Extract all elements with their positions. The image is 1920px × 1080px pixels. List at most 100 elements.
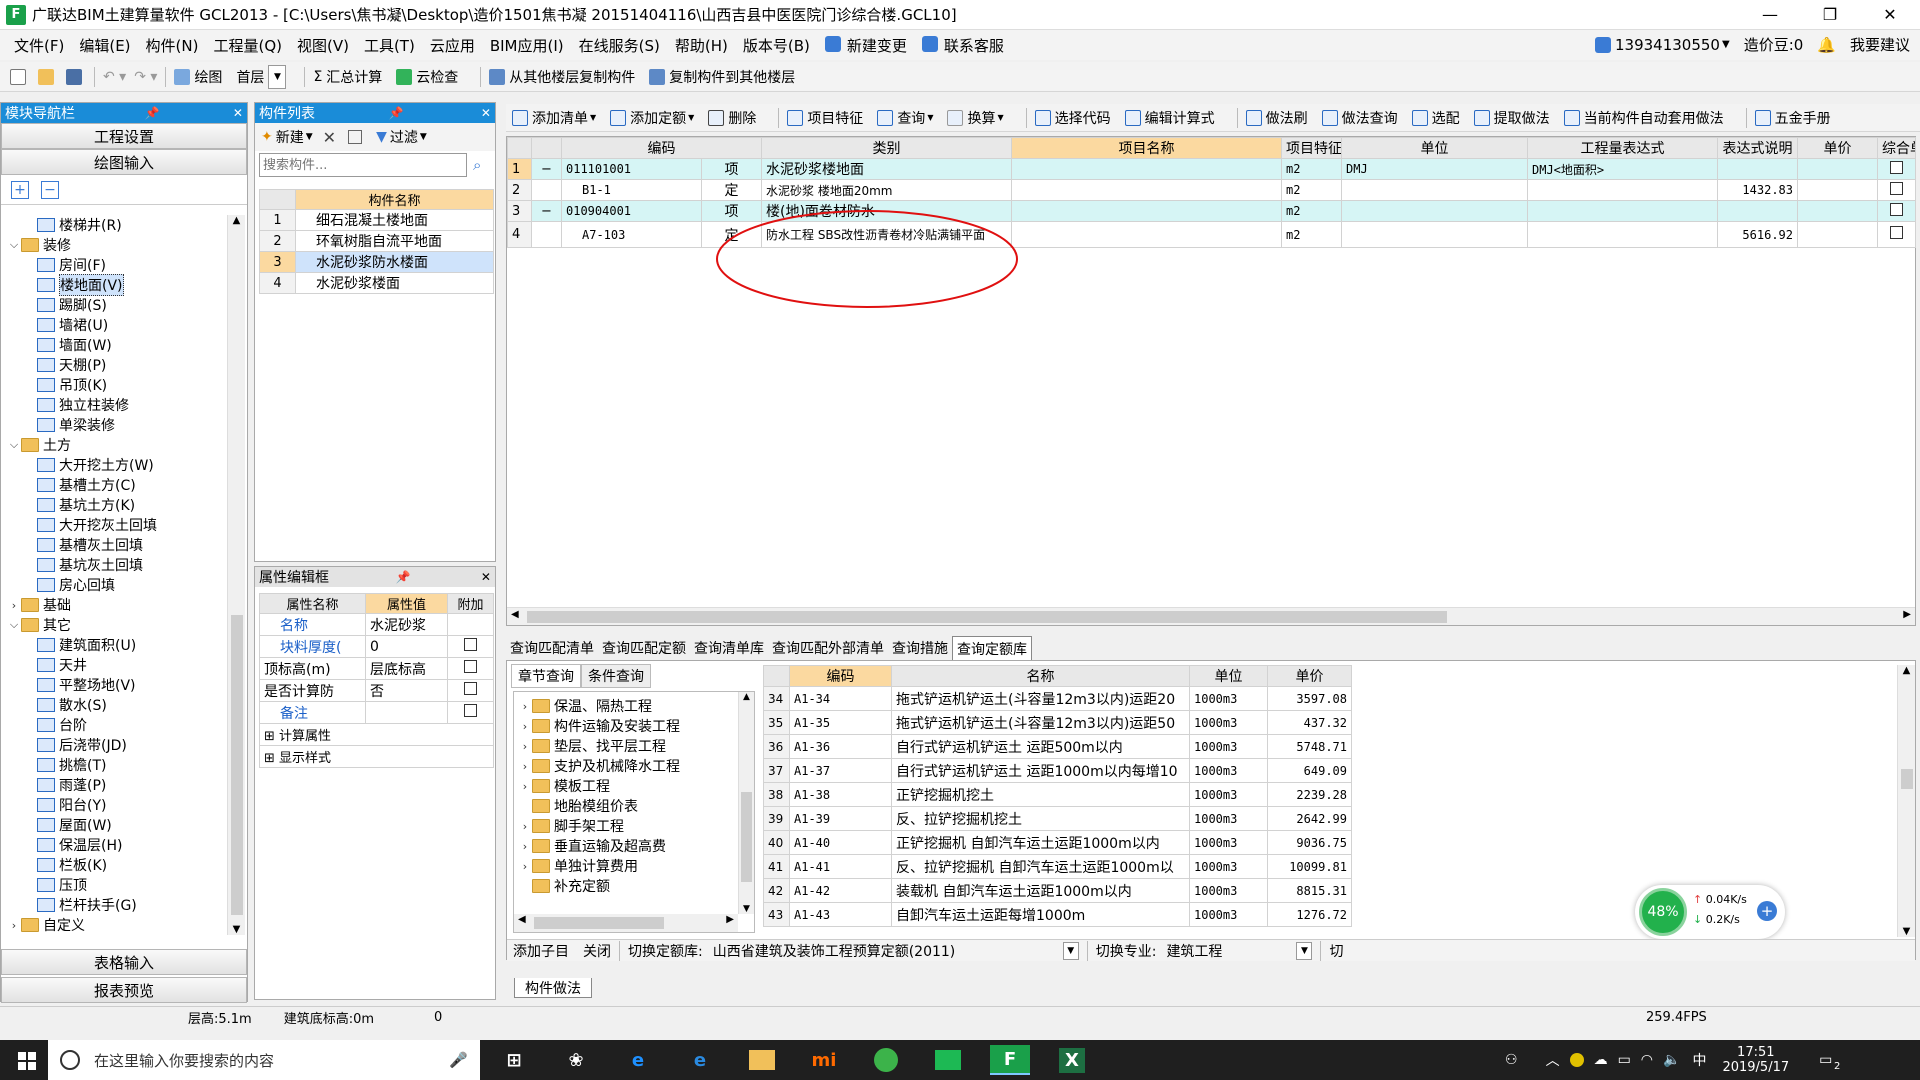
nav-tree-item[interactable]: 栏板(K): [7, 855, 227, 875]
microphone-icon[interactable]: 🎤: [449, 1051, 468, 1069]
battery-icon[interactable]: ▭: [1618, 1052, 1631, 1068]
chapter-tree-item[interactable]: › 保温、隔热工程: [518, 696, 754, 716]
close-button[interactable]: ✕: [1860, 5, 1920, 24]
property-row[interactable]: 顶标高(m) 层底标高: [259, 657, 494, 680]
property-row[interactable]: 是否计算防否: [259, 679, 494, 702]
query-tab-2[interactable]: 查询清单库: [690, 636, 768, 660]
chevron-down-icon[interactable]: ▼: [688, 113, 694, 122]
chevron-down-icon[interactable]: ▼: [1722, 39, 1730, 50]
checkbox[interactable]: [464, 704, 477, 717]
new-component-button[interactable]: 新建: [276, 127, 304, 147]
method-toolbar-button-6[interactable]: 选择代码: [1034, 108, 1111, 128]
volume-icon[interactable]: 🔈: [1663, 1052, 1680, 1068]
nav-tree-item[interactable]: 保温层(H): [7, 835, 227, 855]
nav-tree-item[interactable]: 楼梯井(R): [7, 215, 227, 235]
method-toolbar-button-5[interactable]: 换算 ▼: [947, 108, 1004, 128]
nav-tree-item[interactable]: 平整场地(V): [7, 675, 227, 695]
task-view-icon[interactable]: ⊞: [494, 1045, 534, 1075]
property-value[interactable]: 层底标高: [365, 657, 448, 680]
chapter-tree-hscroll[interactable]: ◀ ▶: [514, 914, 738, 932]
collapse-icon[interactable]: ⌵: [7, 618, 21, 632]
quota-row[interactable]: 41 A1-41 反、拉铲挖掘机 自卸汽车运土运距1000m以 1000m3 10099…: [763, 854, 1352, 879]
query-tab-1[interactable]: 查询匹配定额: [598, 636, 690, 660]
property-extra[interactable]: [447, 635, 494, 658]
quota-row[interactable]: 35 A1-35 拖式铲运机铲运土(斗容量12m3以内)运距50 1000m3 437.…: [763, 710, 1352, 735]
nav-tree-item[interactable]: 房心回填: [7, 575, 227, 595]
quota-row[interactable]: 43 A1-43 自卸汽车运土运距每增1000m 1000m3 1276.72: [763, 902, 1352, 927]
query-tab-5[interactable]: 查询定额库: [952, 635, 1032, 661]
cut-button[interactable]: 切: [1329, 941, 1343, 961]
chapter-tree-item[interactable]: 补充定额: [518, 876, 754, 896]
nav-tree-item[interactable]: 墙裙(U): [7, 315, 227, 335]
nav-tree-item[interactable]: 墙面(W): [7, 335, 227, 355]
coins-label[interactable]: 造价豆:0: [1744, 34, 1804, 55]
quota-row[interactable]: 38 A1-38 正铲挖掘机挖土 1000m3 2239.28: [763, 782, 1352, 807]
close-icon[interactable]: ✕: [233, 106, 243, 120]
method-row-price[interactable]: [1717, 158, 1798, 180]
checkbox[interactable]: [464, 638, 477, 651]
checkbox[interactable]: [1890, 202, 1903, 216]
pin-icon[interactable]: 📌: [395, 570, 410, 584]
method-row-unit[interactable]: m2: [1281, 179, 1342, 201]
quota-row[interactable]: 39 A1-39 反、拉铲挖掘机挖土 1000m3 2642.99: [763, 806, 1352, 831]
taskbar-app-360-icon[interactable]: [866, 1045, 906, 1075]
query-subtab-0[interactable]: 章节查询: [511, 664, 581, 688]
menu-item-1[interactable]: 编辑(E): [79, 35, 130, 56]
method-row-total[interactable]: [1797, 200, 1878, 222]
method-row-code[interactable]: 011101001: [561, 158, 702, 180]
method-row-measure[interactable]: [1877, 221, 1916, 248]
expand-icon[interactable]: ›: [7, 599, 21, 612]
close-query-button[interactable]: 关闭: [583, 941, 611, 961]
close-icon[interactable]: ✕: [481, 106, 491, 120]
nav-tree-item[interactable]: ⌵ 装修: [7, 235, 227, 255]
nav-tree-item[interactable]: 单梁装修: [7, 415, 227, 435]
expand-icon[interactable]: ›: [518, 760, 532, 773]
method-toolbar-button-7[interactable]: 编辑计算式: [1124, 108, 1215, 128]
nav-tree-item[interactable]: 挑檐(T): [7, 755, 227, 775]
nav-tree-item[interactable]: 吊顶(K): [7, 375, 227, 395]
pin-icon[interactable]: 📌: [144, 106, 159, 120]
method-row-code[interactable]: A7-103: [561, 221, 702, 248]
nav-tree-item[interactable]: ⌵ 其它: [7, 615, 227, 635]
method-row-feature[interactable]: [1011, 221, 1282, 248]
chapter-tree-item[interactable]: 地胎模组价表: [518, 796, 754, 816]
nav-tree-item[interactable]: 建筑面积(U): [7, 635, 227, 655]
method-row-expander[interactable]: −: [531, 200, 562, 222]
method-row-desc[interactable]: [1527, 179, 1718, 201]
quota-row[interactable]: 36 A1-36 自行式铲运机铲运土 运距500m以内 1000m3 5748.71: [763, 734, 1352, 759]
nav-tree-item[interactable]: 雨蓬(P): [7, 775, 227, 795]
property-row[interactable]: 块料厚度(0: [259, 635, 494, 658]
quota-row[interactable]: 40 A1-40 正铲挖掘机 自卸汽车运土运距1000m以内 1000m3 9036.7…: [763, 830, 1352, 855]
property-extra[interactable]: [447, 657, 494, 680]
filter-icon[interactable]: ▼: [376, 129, 387, 145]
component-row[interactable]: 1 细石混凝土楼地面: [259, 209, 494, 231]
chevron-up-icon[interactable]: ︿: [1546, 1050, 1560, 1070]
expand-icon[interactable]: ›: [518, 780, 532, 793]
bell-icon[interactable]: 🔔: [1817, 36, 1836, 54]
method-row-desc[interactable]: [1527, 200, 1718, 222]
expand-icon[interactable]: ›: [518, 860, 532, 873]
expand-icon[interactable]: ›: [518, 700, 532, 713]
component-search-input[interactable]: [259, 153, 467, 177]
wifi-icon[interactable]: ◠: [1641, 1052, 1653, 1068]
nav-tree-item[interactable]: 大开挖灰土回填: [7, 515, 227, 535]
nav-button-project-settings[interactable]: 工程设置: [1, 123, 247, 149]
search-icon[interactable]: ⌕: [473, 156, 481, 174]
method-row-no[interactable]: 4: [507, 221, 532, 248]
method-row-expr[interactable]: [1341, 179, 1528, 201]
taskbar-app-iqiyi-icon[interactable]: [928, 1045, 968, 1075]
notification-icon[interactable]: ▭ 2: [1819, 1052, 1840, 1072]
expand-icon[interactable]: ›: [518, 740, 532, 753]
checkbox[interactable]: [1890, 160, 1903, 174]
draw-button[interactable]: 绘图: [174, 67, 222, 87]
undo-icon[interactable]: ↶ ▾: [103, 69, 126, 85]
menu-item-6[interactable]: 云应用: [430, 35, 475, 56]
method-toolbar-button-11[interactable]: 提取做法: [1473, 108, 1550, 128]
chevron-down-icon[interactable]: ▼: [927, 113, 933, 122]
property-group[interactable]: ⊞ 显示样式: [259, 745, 494, 768]
nav-tree-item[interactable]: 基坑土方(K): [7, 495, 227, 515]
property-value[interactable]: 水泥砂浆: [365, 613, 448, 636]
method-row-feature[interactable]: [1011, 200, 1282, 222]
nav-tree-item[interactable]: 大开挖土方(W): [7, 455, 227, 475]
floor-dropdown-button[interactable]: ▼: [268, 64, 287, 89]
